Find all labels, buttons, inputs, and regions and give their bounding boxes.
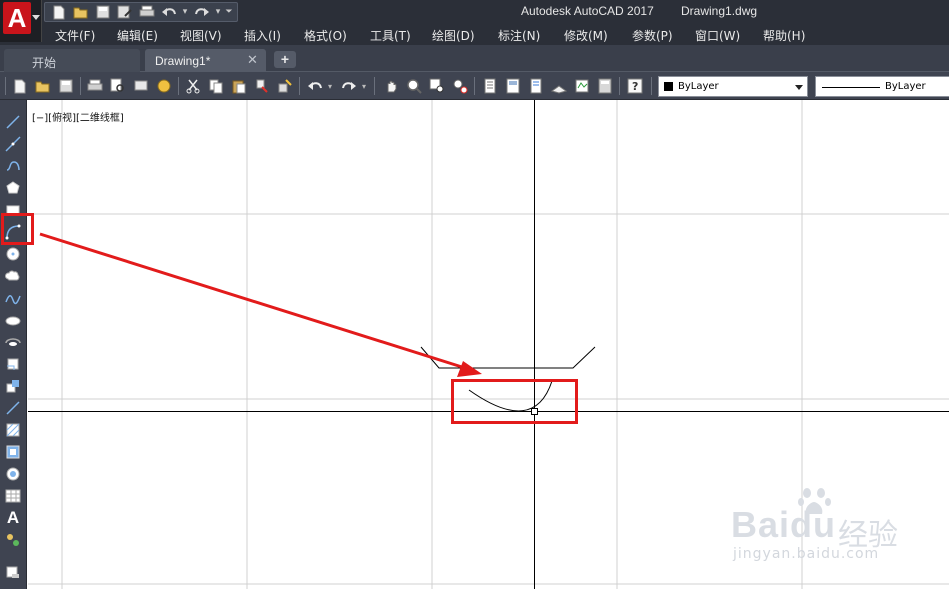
baidu-watermark: Baidu 经验 jingyan.baidu.com [723, 486, 923, 576]
watermark-url: jingyan.baidu.com [733, 546, 880, 562]
chevron-down-icon [32, 15, 40, 20]
autocad-logo-icon: A [3, 2, 31, 34]
watermark-brand: Baidu [731, 504, 837, 545]
application-menu-button[interactable]: A [0, 0, 42, 42]
